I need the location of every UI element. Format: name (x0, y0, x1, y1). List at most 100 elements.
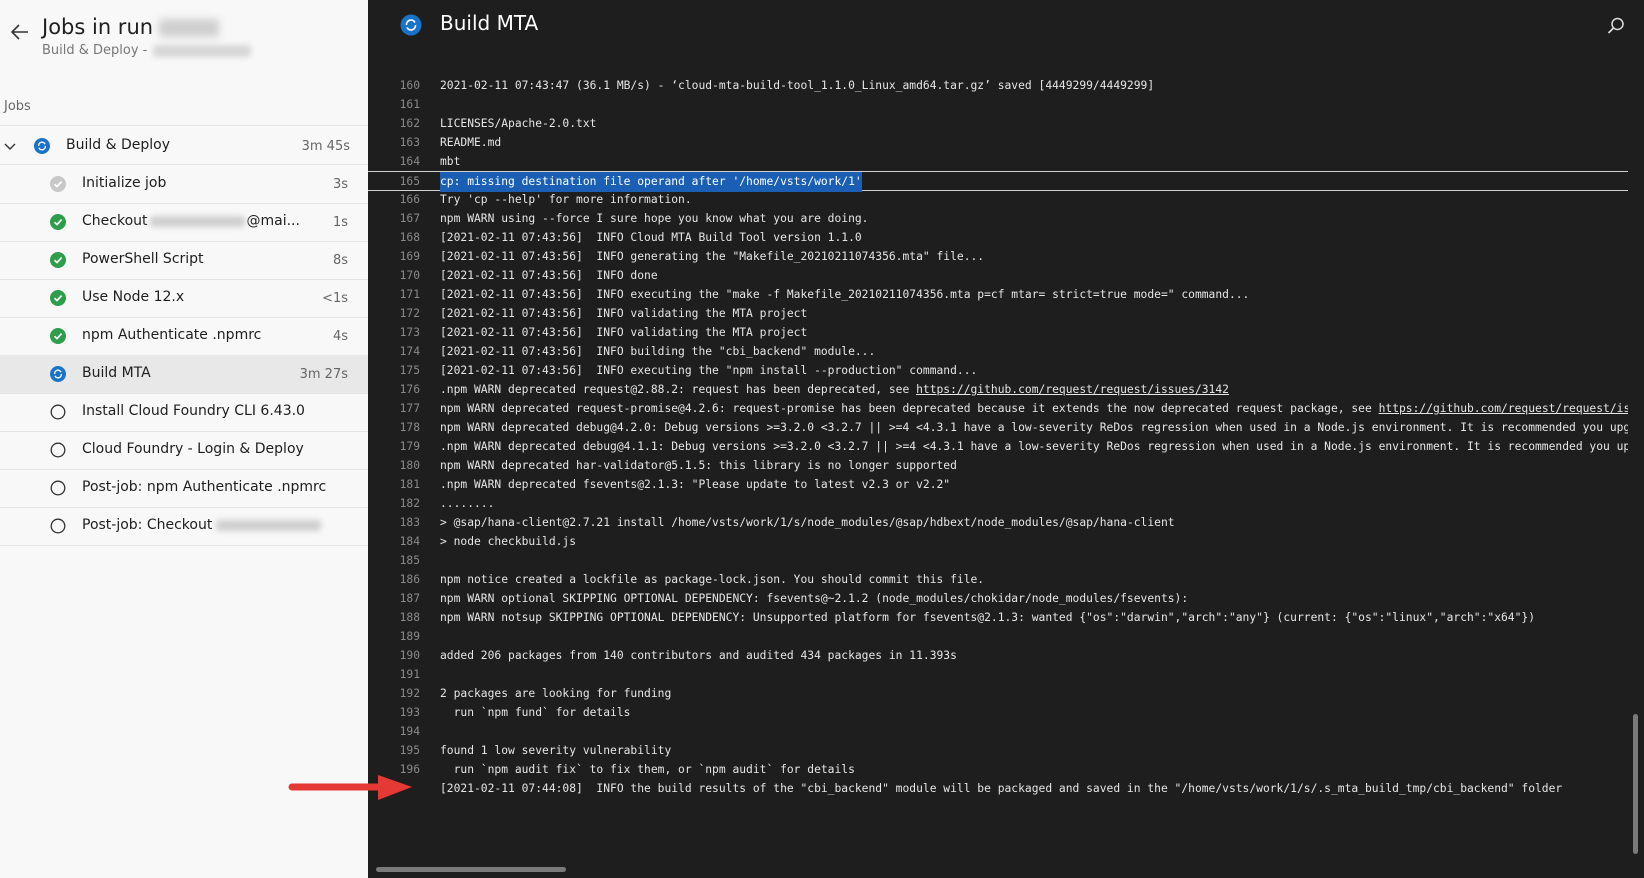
log-text: [2021-02-11 07:43:56] INFO validating th… (440, 326, 808, 339)
line-number: 168 (399, 231, 420, 244)
log-text: npm WARN optional SKIPPING OPTIONAL DEPE… (440, 592, 1189, 605)
log-line: 188 npm WARN notsup SKIPPING OPTIONAL DEP… (368, 608, 1628, 628)
log-line: 193 run `npm fund` for details (368, 703, 1628, 723)
log-line: 191 (368, 665, 1628, 685)
pending-status-icon (50, 518, 66, 534)
log-text: [2021-02-11 07:43:56] INFO done (440, 269, 658, 282)
line-number: 183 (399, 516, 420, 529)
pending-status-icon (50, 480, 66, 496)
line-number: 162 (399, 117, 420, 130)
log-text: npm notice created a lockfile as package… (440, 573, 985, 586)
line-number: 169 (399, 250, 420, 263)
log-link[interactable]: https://github.com/request/request/issue… (916, 383, 1229, 396)
job-step[interactable]: Cloud Foundry - Login & Deploy (0, 431, 368, 469)
run-subtitle-text: Build & Deploy - (42, 43, 148, 58)
job-step-label: Initialize job (82, 175, 167, 191)
log-line: 167 npm WARN using --force I sure hope yo… (368, 209, 1628, 229)
line-number: 193 (399, 706, 420, 719)
log-text: [2021-02-11 07:43:56] INFO building the … (440, 345, 876, 358)
job-step[interactable]: PowerShell Script 8s (0, 241, 368, 279)
line-number: 176 (399, 383, 420, 396)
job-group-build-deploy[interactable]: Build & Deploy 3m 45s (0, 126, 368, 166)
line-number: 194 (399, 725, 420, 738)
job-step[interactable]: Post-job: Checkout (0, 507, 368, 545)
log-line: 184 > node checkbuild.js (368, 532, 1628, 552)
log-output[interactable]: 160 2021-02-11 07:43:47 (36.1 MB/s) - ‘cl… (368, 76, 1628, 836)
job-step[interactable]: Build MTA 3m 27s (0, 355, 368, 393)
line-number: 174 (399, 345, 420, 358)
log-text: [2021-02-11 07:43:56] INFO Cloud MTA Bui… (440, 231, 862, 244)
job-step-label: npm Authenticate .npmrc (82, 327, 262, 343)
search-icon[interactable] (1606, 16, 1626, 36)
job-step[interactable]: Use Node 12.x <1s (0, 279, 368, 317)
job-group-duration: 3m 45s (301, 139, 350, 154)
log-text: .npm WARN deprecated fsevents@2.1.3: "Pl… (440, 478, 951, 491)
log-line: 172 [2021-02-11 07:43:56] INFO validating… (368, 304, 1628, 324)
line-number: 178 (399, 421, 420, 434)
log-line: 192 2 packages are looking for funding (368, 684, 1628, 704)
job-step[interactable]: npm Authenticate .npmrc 4s (0, 317, 368, 355)
line-number: 170 (399, 269, 420, 282)
log-line: 179 .npm WARN deprecated debug@4.1.1: Deb… (368, 437, 1628, 457)
line-number: 185 (399, 554, 420, 567)
job-step-duration: 8s (332, 253, 348, 268)
job-step[interactable]: Checkout @mai... 1s (0, 203, 368, 241)
running-status-icon (400, 14, 422, 36)
job-step[interactable]: Initialize job 3s (0, 165, 368, 203)
divider (0, 545, 368, 546)
running-status-icon (50, 366, 66, 382)
log-text: npm WARN deprecated har-validator@5.1.5:… (440, 459, 957, 472)
log-line: [2021-02-11 07:44:08] INFO the build res… (368, 779, 1628, 799)
line-number: 171 (399, 288, 420, 301)
line-number: 179 (399, 440, 420, 453)
job-step-label: PowerShell Script (82, 251, 204, 267)
log-text: > node checkbuild.js (440, 535, 577, 548)
log-text: [2021-02-11 07:43:56] INFO executing the… (440, 288, 1250, 301)
job-step-label: Cloud Foundry - Login & Deploy (82, 441, 304, 457)
success-status-icon (50, 290, 66, 306)
log-text: npm WARN deprecated debug@4.2.0: Debug v… (440, 421, 1628, 434)
log-line: 169 [2021-02-11 07:43:56] INFO generating… (368, 247, 1628, 267)
line-number: 192 (399, 687, 420, 700)
log-text: [2021-02-11 07:43:56] INFO validating th… (440, 307, 808, 320)
log-line: 181 .npm WARN deprecated fsevents@2.1.3: … (368, 475, 1628, 495)
chevron-down-icon[interactable] (2, 138, 18, 154)
job-step-duration: <1s (322, 291, 348, 306)
line-number: 172 (399, 307, 420, 320)
horizontal-scrollbar[interactable] (376, 867, 566, 872)
vertical-scrollbar[interactable] (1633, 714, 1638, 854)
line-number: 160 (399, 79, 420, 92)
log-line: 173 [2021-02-11 07:43:56] INFO validating… (368, 323, 1628, 343)
line-number: 161 (399, 98, 420, 111)
line-number: 181 (399, 478, 420, 491)
job-step-label: Post-job: npm Authenticate .npmrc (82, 479, 327, 495)
job-step-label: Checkout @mai... (82, 213, 300, 229)
log-line: 162 LICENSES/Apache-2.0.txt (368, 114, 1628, 134)
line-number: 187 (399, 592, 420, 605)
success-status-icon (50, 328, 66, 344)
job-step-label: Build MTA (82, 365, 151, 381)
pending-status-icon (50, 442, 66, 458)
job-step[interactable]: Install Cloud Foundry CLI 6.43.0 (0, 393, 368, 431)
log-line: 187 npm WARN optional SKIPPING OPTIONAL D… (368, 589, 1628, 609)
log-link[interactable]: https://github.com/request/request/issue… (1379, 402, 1628, 415)
job-step[interactable]: Post-job: npm Authenticate .npmrc (0, 469, 368, 507)
log-line: 178 npm WARN deprecated debug@4.2.0: Debu… (368, 418, 1628, 438)
line-number: 163 (399, 136, 420, 149)
skipped-status-icon (50, 176, 66, 192)
back-arrow-icon[interactable] (8, 20, 32, 44)
log-text: .npm WARN deprecated request@2.88.2: req… (440, 383, 1229, 396)
log-line: 196 run `npm audit fix` to fix them, or … (368, 760, 1628, 780)
line-number: 177 (399, 402, 420, 415)
line-number: 190 (399, 649, 420, 662)
line-number: 175 (399, 364, 420, 377)
jobs-sidebar: Jobs in run Build & Deploy - Jobs Build … (0, 0, 368, 878)
success-status-icon (50, 214, 66, 230)
run-subtitle: Build & Deploy - (42, 43, 252, 58)
job-step-label: Install Cloud Foundry CLI 6.43.0 (82, 403, 305, 419)
log-text: run `npm audit fix` to fix them, or `npm… (440, 763, 855, 776)
job-group-label: Build & Deploy (66, 137, 170, 153)
line-number: 166 (399, 193, 420, 206)
log-line: 190 added 206 packages from 140 contribut… (368, 646, 1628, 666)
line-number: 180 (399, 459, 420, 472)
